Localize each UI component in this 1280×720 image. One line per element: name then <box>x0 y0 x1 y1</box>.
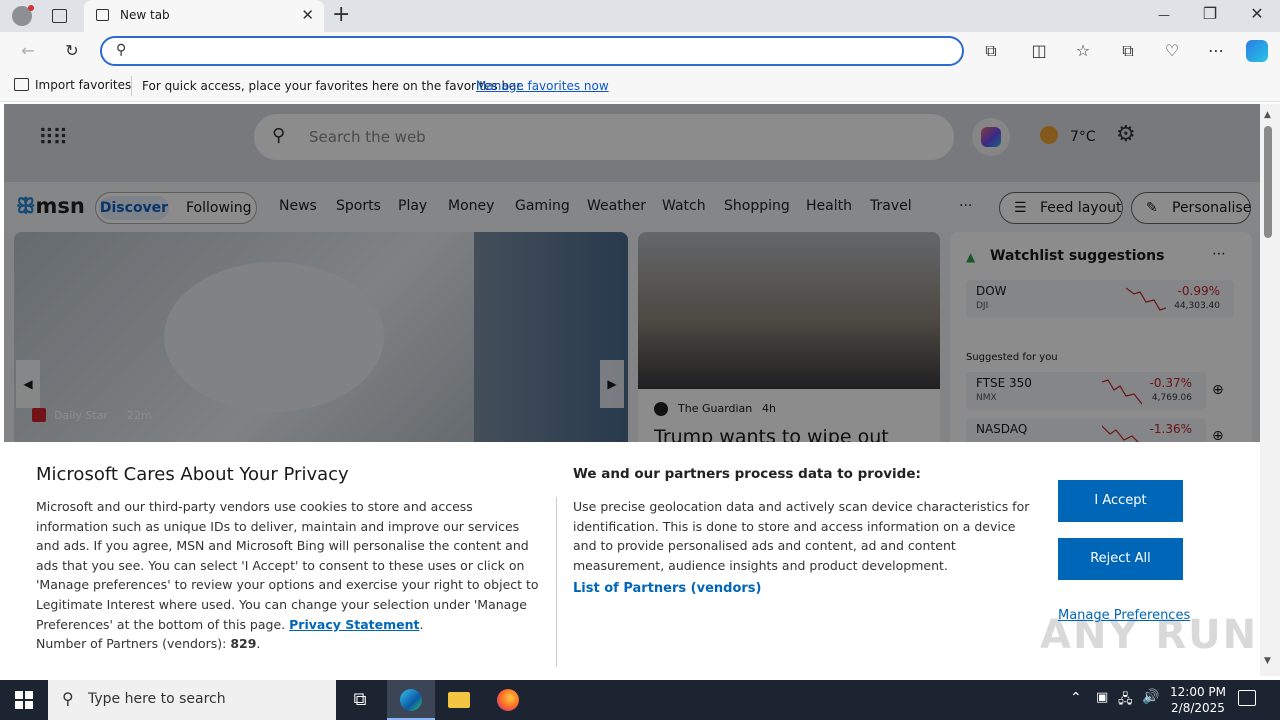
tab-bar: New tab ✕ + — ❐ ✕ <box>0 0 1280 32</box>
edge-logo-icon <box>400 689 422 711</box>
import-favorites-label: Import favorites <box>35 78 132 92</box>
folder-icon <box>448 692 470 708</box>
partners-count: 829 <box>230 636 257 652</box>
favorites-bar: Import favorites For quick access, place… <box>0 70 1280 102</box>
taskbar-search-input[interactable]: Type here to search <box>88 691 226 707</box>
address-bar[interactable]: ⚲ <box>100 36 964 66</box>
tab-new-tab[interactable]: New tab ✕ <box>84 0 324 32</box>
scroll-up-icon[interactable]: ▲ <box>1264 110 1271 120</box>
task-view-icon[interactable]: ⧉ <box>336 680 384 720</box>
browser-toolbar: ← ↻ ⚲ ⧉ ◫ ☆ ⧉ ♡ ⋯ <box>0 32 1280 70</box>
privacy-body-block: Microsoft and our third-party vendors us… <box>36 499 539 652</box>
privacy-divider <box>556 497 557 667</box>
volume-icon[interactable]: 🔊 <box>1142 689 1159 705</box>
favorites-hint: For quick access, place your favorites h… <box>142 79 525 93</box>
tab-page-icon <box>96 9 109 21</box>
clock-date: 2/8/2025 <box>1171 701 1225 715</box>
privacy-dialog: Microsoft Cares About Your Privacy Micro… <box>4 442 1260 676</box>
data-purpose-body: Use precise geolocation data and activel… <box>573 499 1030 573</box>
notification-dot <box>28 5 34 11</box>
taskbar-search-icon: ⚲ <box>62 689 74 708</box>
taskbar-search[interactable]: ⚲ Type here to search <box>48 680 336 720</box>
import-icon <box>14 78 29 91</box>
copilot-icon[interactable] <box>1246 40 1268 62</box>
file-explorer-icon[interactable] <box>435 680 483 720</box>
tray-chevron-icon[interactable]: ⌃ <box>1070 690 1082 706</box>
tab-title: New tab <box>120 8 170 22</box>
restore-button[interactable]: ❐ <box>1190 4 1230 23</box>
firefox-logo-icon <box>497 689 519 711</box>
reject-all-button[interactable]: Reject All <box>1058 538 1183 580</box>
taskbar-clock[interactable]: 12:00 PM 2/8/2025 <box>1162 684 1234 716</box>
firefox-icon[interactable] <box>484 680 532 720</box>
windows-taskbar: ⚲ Type here to search ⧉ ⌃ ▣ 🖧 🔊 12:00 PM… <box>0 680 1280 720</box>
manage-preferences-link[interactable]: Manage Preferences <box>1058 608 1190 623</box>
page-scrollbar[interactable]: ▲ ▼ <box>1260 104 1280 676</box>
import-favorites-button[interactable]: Import favorites <box>14 78 131 92</box>
scroll-thumb[interactable] <box>1264 126 1272 238</box>
windows-logo-icon <box>15 691 33 709</box>
manage-favorites-link[interactable]: Manage favorites now <box>476 79 609 93</box>
tray-device-icon[interactable]: ▣ <box>1096 690 1108 705</box>
network-icon[interactable]: 🖧 <box>1118 690 1133 712</box>
collections-icon[interactable]: ⧉ <box>1116 41 1140 61</box>
extensions-icon[interactable]: ⧉ <box>979 41 1003 61</box>
clock-time: 12:00 PM <box>1170 685 1226 699</box>
scroll-down-icon[interactable]: ▼ <box>1264 656 1271 666</box>
tab-close-icon[interactable]: ✕ <box>301 6 314 24</box>
partners-count-label: Number of Partners (vendors): <box>36 636 227 652</box>
notifications-icon[interactable] <box>1238 690 1256 706</box>
tab-actions-icon[interactable] <box>52 9 67 23</box>
close-window-button[interactable]: ✕ <box>1237 4 1277 23</box>
start-button[interactable] <box>0 680 48 720</box>
refresh-icon[interactable]: ↻ <box>60 41 84 60</box>
split-screen-icon[interactable]: ◫ <box>1027 41 1051 60</box>
privacy-title: Microsoft Cares About Your Privacy <box>36 464 349 485</box>
minimize-button[interactable]: — <box>1144 8 1184 22</box>
search-icon: ⚲ <box>116 42 127 58</box>
edge-taskbar-icon[interactable] <box>387 680 435 720</box>
browser-essentials-icon[interactable]: ♡ <box>1160 41 1184 60</box>
data-purpose-title: We and our partners process data to prov… <box>573 466 921 482</box>
privacy-statement-link[interactable]: Privacy Statement <box>289 617 419 632</box>
back-icon[interactable]: ← <box>16 41 40 60</box>
privacy-body: Microsoft and our third-party vendors us… <box>36 499 539 632</box>
partners-list-link[interactable]: List of Partners (vendors) <box>573 581 761 596</box>
more-icon[interactable]: ⋯ <box>1204 41 1228 60</box>
accept-button[interactable]: I Accept <box>1058 480 1183 522</box>
new-tab-button[interactable]: + <box>332 2 350 27</box>
favorites-icon[interactable]: ☆ <box>1071 41 1095 60</box>
favbar-divider <box>131 76 132 96</box>
